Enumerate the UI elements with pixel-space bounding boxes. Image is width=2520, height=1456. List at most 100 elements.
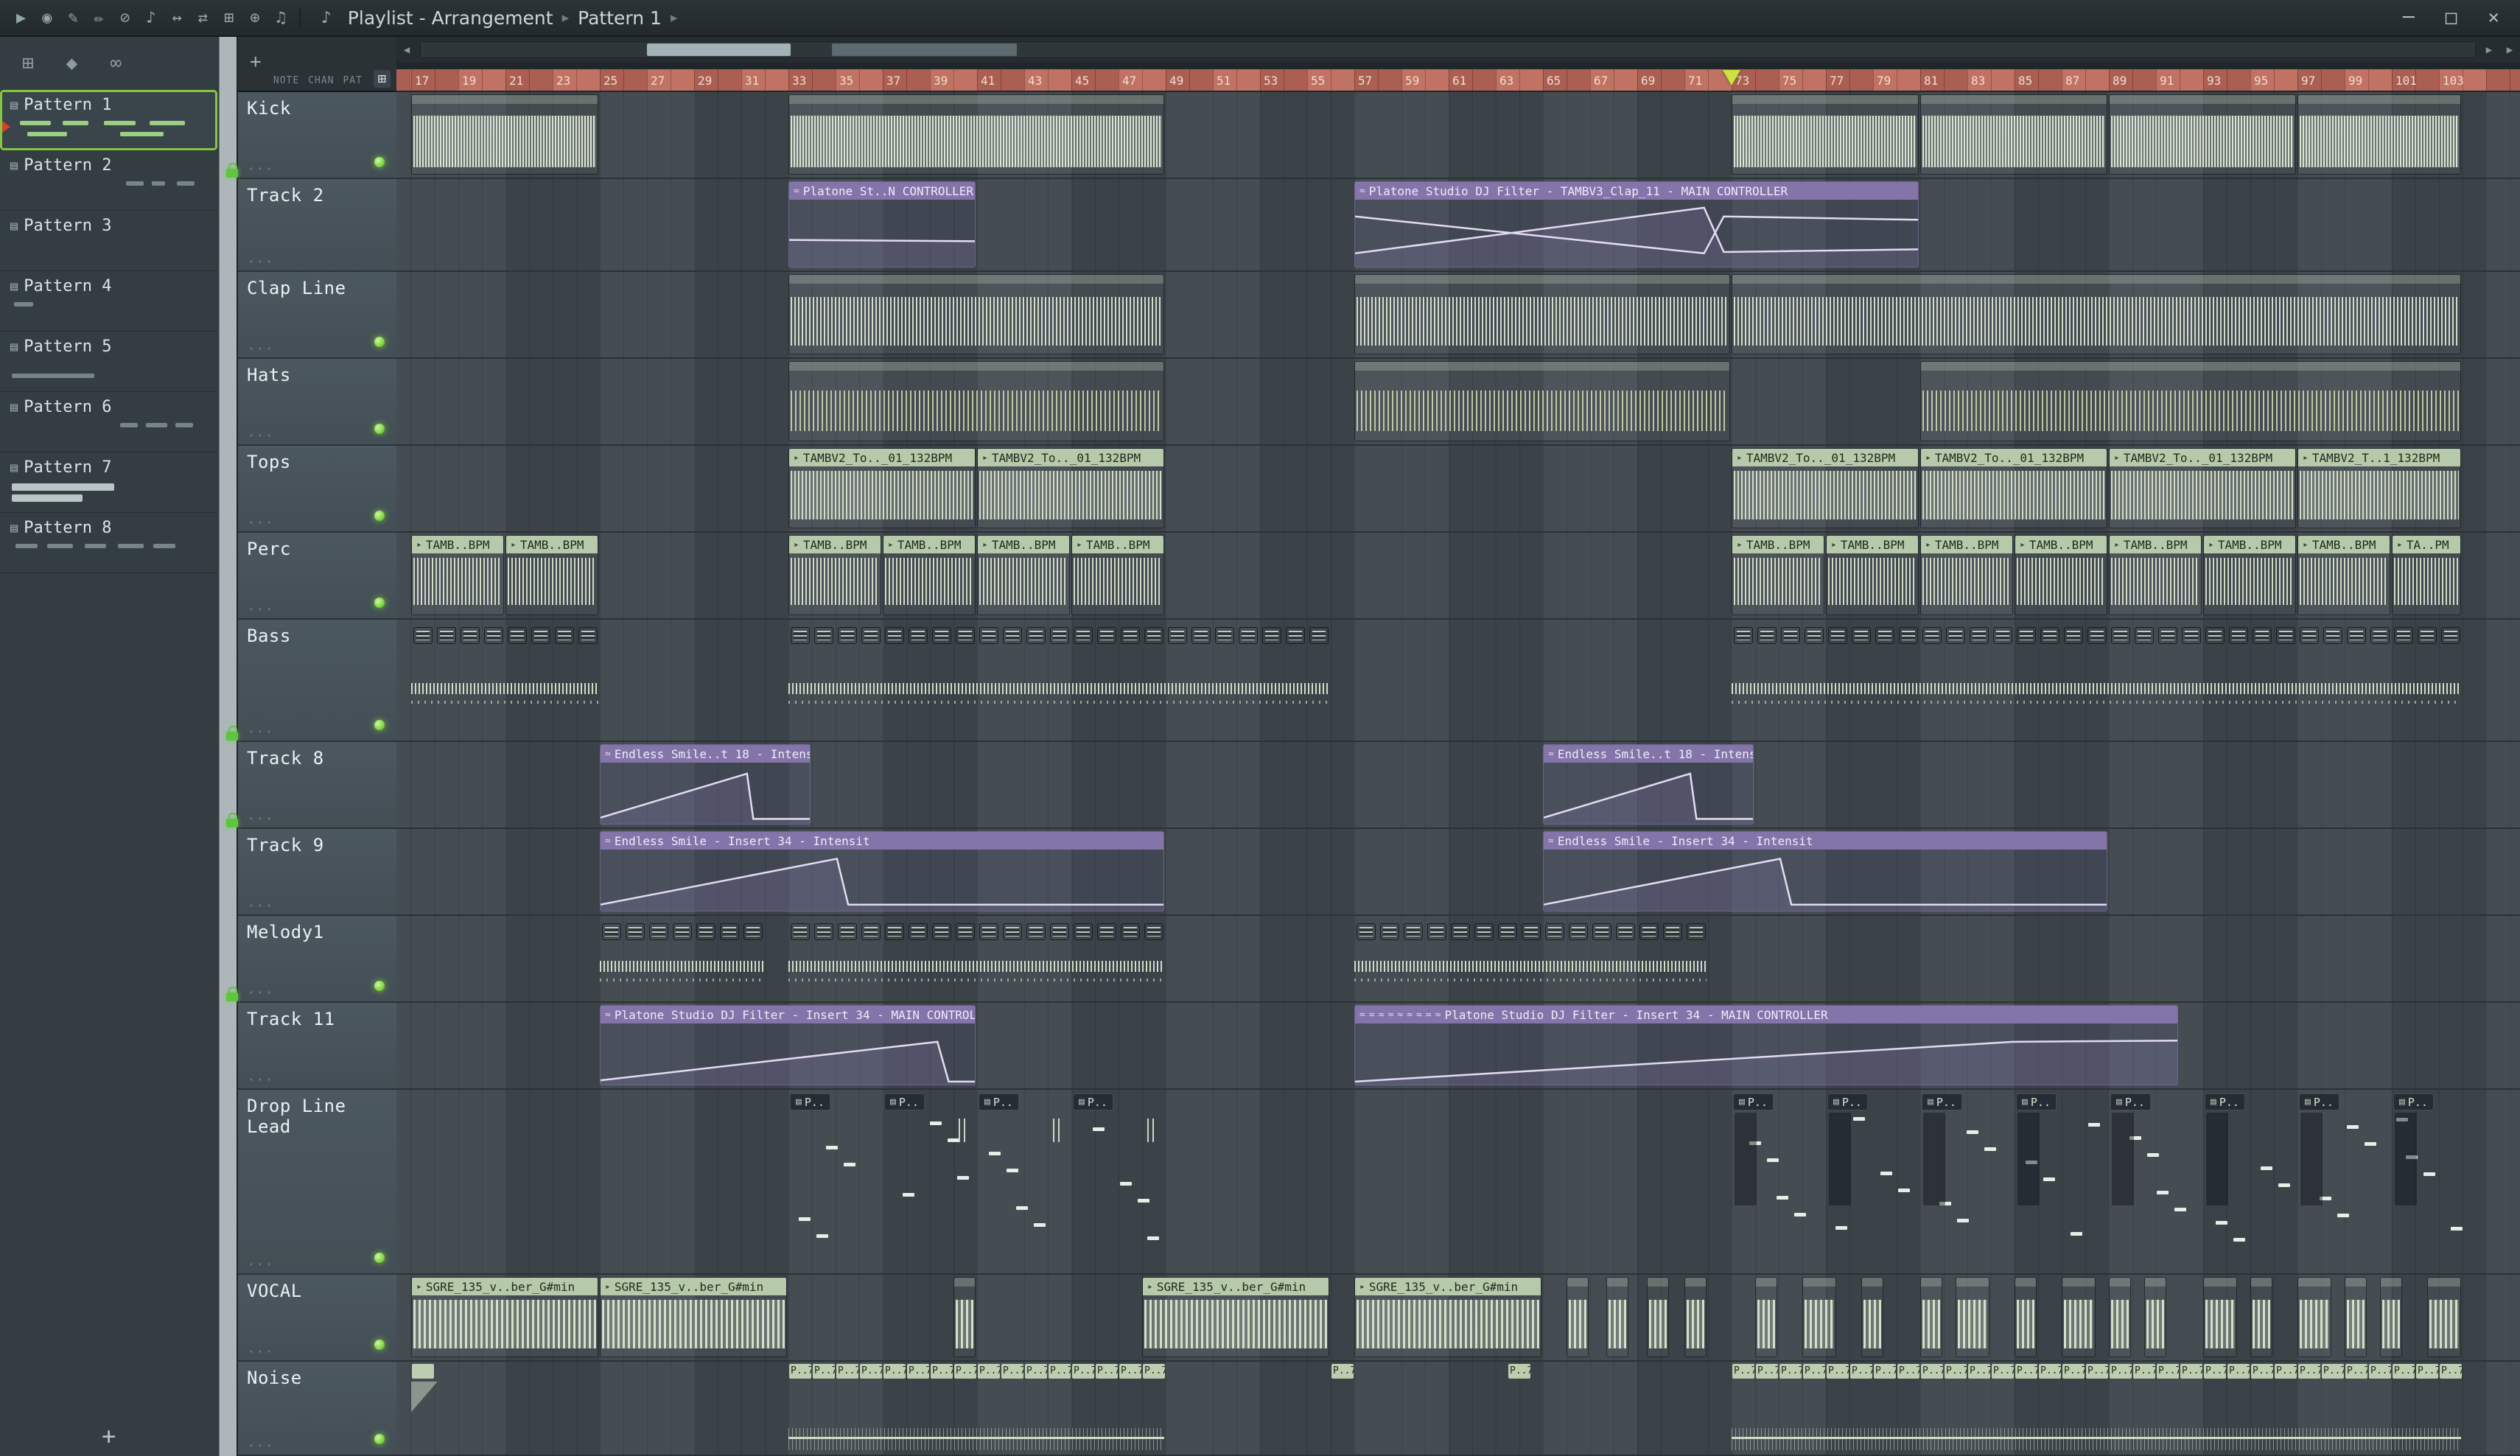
- audio-clip[interactable]: [1354, 361, 1730, 441]
- pattern-clip[interactable]: ▤ P..: [2015, 1092, 2107, 1270]
- automation-clip[interactable]: ≈ Platone St..N CONTROLLER: [788, 181, 976, 267]
- pattern-block[interactable]: [1074, 923, 1093, 940]
- pattern-block[interactable]: [531, 627, 550, 644]
- note-strip[interactable]: [600, 961, 763, 972]
- lane-vocal[interactable]: ▸ SGRE_135_v..ber_G#min ▸ SGRE_135_v..ber_G…: [396, 1275, 2520, 1362]
- track-header-perc[interactable]: Perc ···: [238, 533, 396, 620]
- pattern-block[interactable]: [1097, 923, 1116, 940]
- pattern-clip[interactable]: [411, 1364, 438, 1452]
- pattern-clip[interactable]: ▤ P..: [2109, 1092, 2202, 1270]
- pattern-block[interactable]: [1050, 923, 1069, 940]
- track-mute-led[interactable]: [374, 598, 385, 608]
- add-track-button[interactable]: +: [250, 51, 262, 73]
- audio-clip[interactable]: [2380, 1277, 2402, 1357]
- audio-clip[interactable]: ▸ TAMB..BPM: [788, 535, 881, 615]
- audio-clip[interactable]: [1755, 1277, 1777, 1357]
- automation-clip[interactable]: ≈ Platone Studio DJ Filter - TAMBV3_Clap_…: [1354, 181, 1919, 267]
- audio-clip[interactable]: [1606, 1277, 1629, 1357]
- track-header-vocal[interactable]: VOCAL ···: [238, 1275, 396, 1362]
- audio-clip[interactable]: ▸ SGRE_135_v..ber_G#min: [600, 1277, 787, 1357]
- pattern-block[interactable]: [1262, 627, 1281, 644]
- lane-kick[interactable]: [396, 92, 2520, 179]
- pattern-block[interactable]: [2276, 627, 2295, 644]
- breadcrumb-item[interactable]: Playlist - Arrangement: [348, 7, 553, 29]
- pattern-item-2[interactable]: ▤ Pattern 2: [0, 150, 217, 211]
- tool-zoom-icon[interactable]: ⊕: [242, 7, 267, 29]
- pattern-item-8[interactable]: ▤ Pattern 8: [0, 513, 217, 573]
- pattern-block[interactable]: [1357, 923, 1376, 940]
- pattern-block[interactable]: [2087, 627, 2107, 644]
- track-header-drop-line-lead[interactable]: Drop Line Lead ···: [238, 1090, 396, 1275]
- pattern-block[interactable]: [2182, 627, 2201, 644]
- tool-slice-icon[interactable]: ⇄: [191, 7, 215, 29]
- pattern-block[interactable]: [956, 627, 975, 644]
- lane-bass[interactable]: [396, 620, 2520, 742]
- pattern-block[interactable]: [1097, 627, 1116, 644]
- pattern-block[interactable]: [461, 627, 480, 644]
- audio-clip[interactable]: ▸ TAMB..BPM: [1826, 535, 1919, 615]
- mode-label-pat[interactable]: PAT: [343, 75, 363, 86]
- mode-label-note[interactable]: NOTE: [273, 75, 299, 86]
- pattern-clip[interactable]: ▤ P..: [2392, 1092, 2485, 1270]
- pattern-block[interactable]: [791, 627, 810, 644]
- audio-clip[interactable]: [1920, 1277, 1942, 1357]
- play-icon[interactable]: ▶: [9, 7, 33, 29]
- pattern-block[interactable]: [1805, 627, 1824, 644]
- picker-link-icon[interactable]: ∞: [110, 52, 122, 74]
- pattern-block[interactable]: [1639, 923, 1659, 940]
- pattern-clip[interactable]: ▤ P..: [883, 1092, 976, 1270]
- horizontal-scrollbar[interactable]: ◀ ▶ ▶: [396, 37, 2520, 63]
- pattern-block[interactable]: [2394, 627, 2413, 644]
- audio-clip[interactable]: [1684, 1277, 1707, 1357]
- scroll-end-icon[interactable]: ▶: [2499, 44, 2520, 56]
- pattern-block[interactable]: [508, 627, 527, 644]
- pattern-block[interactable]: [696, 923, 715, 940]
- pattern-block[interactable]: [1121, 923, 1140, 940]
- mode-label-chan[interactable]: CHAN: [308, 75, 334, 86]
- scroll-left-icon[interactable]: ◀: [396, 44, 417, 56]
- track-header-track-9[interactable]: Track 9 ···: [226, 813, 396, 916]
- track-lock-icon[interactable]: [226, 163, 238, 178]
- audio-clip[interactable]: [953, 1277, 976, 1357]
- pattern-block[interactable]: [2111, 627, 2130, 644]
- maximize-button[interactable]: □: [2441, 7, 2462, 29]
- pattern-block[interactable]: [1569, 923, 1588, 940]
- pattern-block[interactable]: [861, 627, 881, 644]
- pattern-block[interactable]: [932, 923, 951, 940]
- h-scrollbar-thumb[interactable]: [646, 43, 791, 56]
- pattern-block[interactable]: [1922, 627, 1942, 644]
- pattern-block[interactable]: [1427, 923, 1446, 940]
- audio-clip[interactable]: [1861, 1277, 1883, 1357]
- pattern-item-6[interactable]: ▤ Pattern 6: [0, 392, 217, 452]
- pattern-block[interactable]: [1852, 627, 1871, 644]
- audio-clip[interactable]: ▸ TAMB..BPM: [2297, 535, 2390, 615]
- playlist-grid[interactable]: ≈ Platone St..N CONTROLLER ≈ Platone Studio…: [396, 92, 2520, 1456]
- pattern-block[interactable]: [956, 923, 975, 940]
- pattern-block[interactable]: [814, 627, 833, 644]
- track-header-noise[interactable]: Noise ···: [238, 1362, 396, 1456]
- automation-clip[interactable]: ≈ Platone Studio DJ Filter - Insert 34 - …: [600, 1005, 976, 1085]
- pattern-clip[interactable]: ▤ P..: [1920, 1092, 2013, 1270]
- pattern-block[interactable]: [1687, 923, 1706, 940]
- audio-clip[interactable]: [788, 274, 1164, 354]
- pattern-block[interactable]: [1875, 627, 1894, 644]
- audio-clip[interactable]: ▸ TAMB..BPM: [411, 535, 504, 615]
- audio-clip[interactable]: ▸ TAMB..BPM: [2109, 535, 2202, 615]
- track-mute-led[interactable]: [374, 157, 385, 167]
- pattern-block[interactable]: [909, 923, 928, 940]
- pattern-block[interactable]: [1522, 923, 1541, 940]
- pattern-block[interactable]: [979, 923, 998, 940]
- track-header-tops[interactable]: Tops ···: [238, 446, 396, 533]
- audio-clip[interactable]: ▸ TAMBV2_To.._01_132BPM: [788, 448, 976, 528]
- lane-track-2[interactable]: ≈ Platone St..N CONTROLLER ≈ Platone Studio…: [396, 179, 2520, 272]
- pattern-block[interactable]: [578, 627, 598, 644]
- pattern-block[interactable]: [1757, 627, 1777, 644]
- pattern-block[interactable]: [909, 627, 928, 644]
- track-lock-icon[interactable]: [226, 813, 238, 827]
- audio-clip[interactable]: [1646, 1277, 1669, 1357]
- pattern-panel-scrollbar[interactable]: [219, 37, 237, 1456]
- pattern-block[interactable]: [2441, 627, 2460, 644]
- track-lock-icon[interactable]: [226, 987, 238, 1001]
- audio-clip[interactable]: ▸ TA..PM: [2392, 535, 2461, 615]
- audio-clip[interactable]: [788, 361, 1164, 441]
